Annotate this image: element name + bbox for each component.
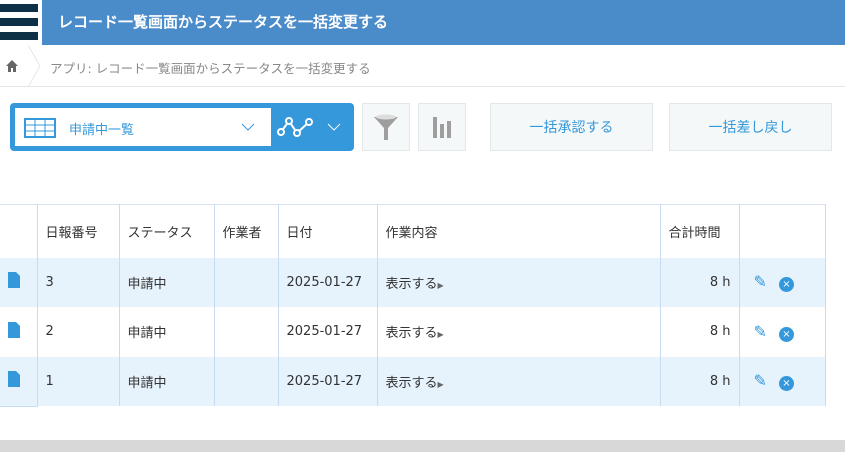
record-detail-icon[interactable] <box>8 272 20 289</box>
cell-hours: 8 h <box>660 356 740 406</box>
column-header[interactable]: 作業内容 <box>377 204 661 258</box>
record-detail-icon[interactable] <box>8 321 20 338</box>
view-dropdown[interactable]: 申請中一覧 <box>15 108 271 146</box>
delete-icon[interactable]: × <box>778 277 794 293</box>
cell-worker <box>214 257 279 307</box>
cell-status: 申請中 <box>119 307 215 357</box>
cell-worker <box>214 356 279 406</box>
view-selector[interactable]: 申請中一覧 <box>10 103 354 151</box>
expand-arrow-icon: ▶ <box>437 379 444 389</box>
cell-date: 2025-01-27 <box>278 257 378 307</box>
table-header: 日報番号 ステータス 作業者 日付 作業内容 合計時間 <box>0 204 826 258</box>
delete-icon[interactable]: × <box>778 376 794 392</box>
cell-hours: 8 h <box>660 307 740 357</box>
filter-icon <box>374 114 398 140</box>
bar-chart-icon <box>433 117 451 138</box>
chevron-down-icon <box>241 123 255 131</box>
breadcrumb-app[interactable]: アプリ: レコード一覧画面からステータスを一括変更する <box>50 58 371 77</box>
cell-no: 3 <box>37 257 120 307</box>
page-title: レコード一覧画面からステータスを一括変更する <box>58 13 389 31</box>
cell-worker <box>214 307 279 357</box>
app-header: レコード一覧画面からステータスを一括変更する <box>0 0 845 45</box>
chevron-down-icon[interactable] <box>327 123 341 132</box>
table-row: 3 申請中 2025-01-27 表示する▶ 8 h ✎ × <box>0 257 826 307</box>
column-header[interactable]: 日報番号 <box>37 204 120 258</box>
cell-content[interactable]: 表示する▶ <box>377 257 661 307</box>
delete-icon[interactable]: × <box>778 326 794 342</box>
home-icon[interactable] <box>5 59 19 73</box>
table-row: 2 申請中 2025-01-27 表示する▶ 8 h ✎ × <box>0 307 826 357</box>
show-link[interactable]: 表示する <box>386 376 438 391</box>
column-header[interactable]: ステータス <box>119 204 215 258</box>
edit-icon[interactable]: ✎ <box>754 371 767 390</box>
table-row: 1 申請中 2025-01-27 表示する▶ 8 h ✎ × <box>0 356 826 407</box>
expand-arrow-icon: ▶ <box>437 330 444 340</box>
cell-date: 2025-01-27 <box>278 356 378 406</box>
cell-content[interactable]: 表示する▶ <box>377 307 661 357</box>
records-table: 日報番号 ステータス 作業者 日付 作業内容 合計時間 3 申請中 2025-0… <box>0 204 826 407</box>
cell-status: 申請中 <box>119 356 215 406</box>
filter-button[interactable] <box>362 103 410 151</box>
edit-icon[interactable]: ✎ <box>754 272 767 291</box>
column-header[interactable]: 合計時間 <box>660 204 740 258</box>
horizontal-scrollbar[interactable] <box>0 440 845 452</box>
menu-logo-icon[interactable] <box>0 0 42 45</box>
cell-status: 申請中 <box>119 257 215 307</box>
cell-date: 2025-01-27 <box>278 307 378 357</box>
bulk-approve-button[interactable]: 一括承認する <box>490 103 653 151</box>
record-detail-icon[interactable] <box>8 371 20 387</box>
breadcrumb: アプリ: レコード一覧画面からステータスを一括変更する <box>0 45 845 87</box>
graph-icon[interactable] <box>277 116 313 138</box>
cell-content[interactable]: 表示する▶ <box>377 356 661 406</box>
expand-arrow-icon: ▶ <box>437 280 444 290</box>
table-view-icon <box>24 118 56 138</box>
breadcrumb-separator <box>28 45 41 87</box>
view-name: 申請中一覧 <box>69 123 135 138</box>
cell-no: 1 <box>37 356 120 406</box>
column-header[interactable]: 日付 <box>278 204 378 258</box>
graph-button[interactable] <box>418 103 466 151</box>
edit-icon[interactable]: ✎ <box>754 322 767 341</box>
column-header[interactable]: 作業者 <box>214 204 279 258</box>
show-link[interactable]: 表示する <box>386 277 438 292</box>
bulk-reject-button[interactable]: 一括差し戻し <box>669 103 832 151</box>
cell-hours: 8 h <box>660 257 740 307</box>
show-link[interactable]: 表示する <box>386 326 438 341</box>
cell-no: 2 <box>37 307 120 357</box>
